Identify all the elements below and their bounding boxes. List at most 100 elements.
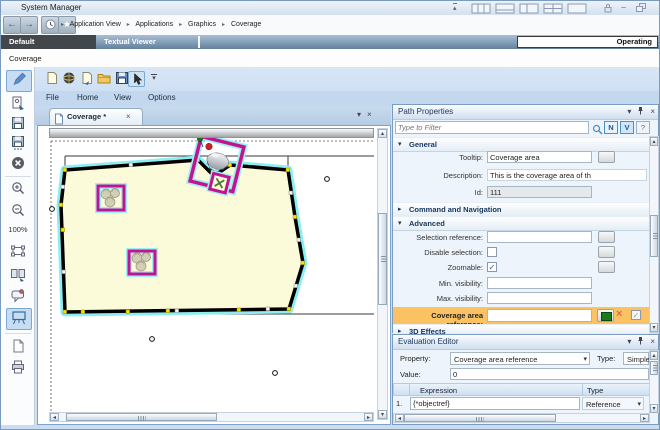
zoom-out-button[interactable] xyxy=(9,202,27,220)
filter-input[interactable] xyxy=(395,121,589,134)
hscroll-thumb[interactable] xyxy=(66,413,217,421)
disable-selection-checkbox[interactable] xyxy=(487,247,497,257)
import-export-button[interactable] xyxy=(9,95,27,113)
print-button[interactable] xyxy=(9,359,27,377)
scroll-up-button[interactable]: ▴ xyxy=(650,137,658,146)
expression-input[interactable] xyxy=(410,397,580,410)
pin-icon[interactable] xyxy=(637,106,644,117)
tab-textual-viewer[interactable]: Textual Viewer xyxy=(96,35,197,49)
reference-apply-checkbox[interactable]: ✓ xyxy=(631,310,641,320)
close-cancel-button[interactable] xyxy=(9,155,27,173)
zoomable-ellipsis-button[interactable] xyxy=(598,261,615,273)
scroll-down-button[interactable]: ▾ xyxy=(378,410,387,419)
fit-to-view-button[interactable] xyxy=(9,243,27,261)
type-header[interactable]: Type xyxy=(582,383,650,396)
scroll-right-button[interactable]: ▸ xyxy=(640,414,649,422)
close-panel-icon[interactable]: × xyxy=(650,337,655,346)
panel-menu-icon[interactable]: ▾ xyxy=(627,107,631,116)
drawing-canvas[interactable]: ▴ ▾ ◂ ▸ xyxy=(37,125,391,425)
close-tab-icon[interactable]: × xyxy=(126,112,131,121)
hscroll-thumb[interactable] xyxy=(404,414,556,422)
import-document-button[interactable] xyxy=(79,71,95,87)
zoom-in-button[interactable] xyxy=(9,180,27,198)
layout-quad-icon[interactable] xyxy=(543,4,563,13)
restore-button[interactable] xyxy=(636,3,647,12)
breadcrumb-item-application-view[interactable]: Application View xyxy=(70,21,121,28)
tab-default[interactable]: Default xyxy=(1,35,96,49)
save-button[interactable] xyxy=(9,115,27,133)
tooltip-input[interactable] xyxy=(487,151,592,163)
reference-color-button[interactable] xyxy=(597,309,614,322)
scroll-up-button[interactable]: ▴ xyxy=(650,351,658,360)
filter-help-button[interactable]: ? xyxy=(636,121,650,134)
panel-menu-icon[interactable]: ▾ xyxy=(627,337,631,346)
tooltip-ellipsis-button[interactable] xyxy=(598,151,615,163)
min-visibility-input[interactable] xyxy=(487,277,592,289)
breadcrumb-item-applications[interactable]: Applications xyxy=(135,21,173,28)
menu-options[interactable]: Options xyxy=(148,93,176,102)
filter-value-button[interactable]: V xyxy=(620,121,634,134)
split-view-button[interactable] xyxy=(9,266,27,284)
collapse-ribbon-icon[interactable]: ▴ xyxy=(453,3,457,13)
layout-vsplit-icon[interactable] xyxy=(519,4,539,13)
description-input[interactable] xyxy=(487,169,647,181)
page-setup-button[interactable] xyxy=(9,338,27,356)
back-button[interactable]: ← xyxy=(3,16,21,34)
zoomable-checkbox[interactable]: ✓ xyxy=(487,262,497,272)
canvas-vscrollbar[interactable]: ▴ ▾ xyxy=(377,128,388,420)
selection-reference-ellipsis-button[interactable] xyxy=(598,231,615,243)
menu-view[interactable]: View xyxy=(114,93,131,102)
layout-hsplit-icon[interactable] xyxy=(495,4,515,13)
edit-pen-tool-button[interactable] xyxy=(6,70,32,92)
selection-reference-input[interactable] xyxy=(487,231,592,243)
save-as-button[interactable] xyxy=(9,135,27,153)
disable-selection-ellipsis-button[interactable] xyxy=(598,246,615,258)
value-input[interactable] xyxy=(450,368,649,380)
open-folder-button[interactable] xyxy=(96,71,112,87)
filter-name-button[interactable]: N xyxy=(604,121,618,134)
vscroll-thumb[interactable] xyxy=(650,361,658,375)
evaluation-hscrollbar[interactable]: ◂ ▸ xyxy=(393,413,650,423)
section-advanced[interactable]: ▾ Advanced xyxy=(393,216,649,231)
section-command-navigation[interactable]: ▸ Command and Navigation xyxy=(393,202,649,217)
tab-bar-menu-buttons[interactable]: ▾× xyxy=(357,110,378,119)
new-document-button[interactable] xyxy=(44,71,60,87)
canvas-hscrollbar[interactable]: ◂ ▸ xyxy=(49,412,374,422)
forward-button[interactable]: → xyxy=(20,16,38,34)
pin-icon[interactable] xyxy=(637,336,644,347)
layout-single-icon[interactable] xyxy=(567,4,587,13)
minimize-button[interactable]: – xyxy=(621,2,626,11)
operating-mode-button[interactable]: Operating xyxy=(517,36,658,48)
breadcrumb-item-graphics[interactable]: Graphics xyxy=(188,21,216,28)
type-dropdown[interactable]: Simple xyxy=(623,352,649,365)
path-properties-titlebar[interactable]: Path Properties ▾ × xyxy=(393,105,658,120)
breadcrumb-item-coverage[interactable]: Coverage xyxy=(231,21,261,28)
scroll-left-button[interactable]: ◂ xyxy=(50,413,59,421)
clear-reference-icon[interactable]: × xyxy=(616,308,622,320)
vscroll-thumb[interactable] xyxy=(378,213,387,305)
select-tool-button[interactable] xyxy=(128,71,145,87)
canvas-top-scrollbar[interactable] xyxy=(49,128,374,138)
coverage-reference-input[interactable] xyxy=(487,309,592,322)
expression-header[interactable]: Expression xyxy=(409,383,583,396)
section-general[interactable]: ▾ General xyxy=(393,137,649,152)
properties-scrollbar[interactable]: ▴ ▾ xyxy=(649,136,659,333)
open-project-button[interactable] xyxy=(61,71,77,87)
scroll-down-button[interactable]: ▾ xyxy=(650,323,658,332)
max-visibility-input[interactable] xyxy=(487,292,592,304)
scroll-up-button[interactable]: ▴ xyxy=(378,129,387,138)
evaluation-editor-titlebar[interactable]: Evaluation Editor ▾ × xyxy=(393,335,658,350)
menu-file[interactable]: File xyxy=(46,93,59,102)
close-panel-icon[interactable]: × xyxy=(650,107,655,116)
vscroll-thumb[interactable] xyxy=(650,215,658,257)
callout-annotation-button[interactable] xyxy=(9,288,27,306)
document-tab-coverage[interactable]: Coverage * × xyxy=(49,108,143,126)
evaluation-vscrollbar[interactable]: ▴ ▾ xyxy=(649,350,659,413)
zoom-level-label[interactable]: 100% xyxy=(4,225,32,234)
property-dropdown[interactable]: Coverage area reference ▾ xyxy=(450,352,590,365)
toolbar-overflow-button[interactable]: ▾ xyxy=(150,74,158,82)
projection-screen-button[interactable] xyxy=(6,308,32,330)
scroll-right-button[interactable]: ▸ xyxy=(364,413,373,421)
menu-home[interactable]: Home xyxy=(77,93,98,102)
expression-type-dropdown[interactable]: Reference ▾ xyxy=(582,397,644,410)
